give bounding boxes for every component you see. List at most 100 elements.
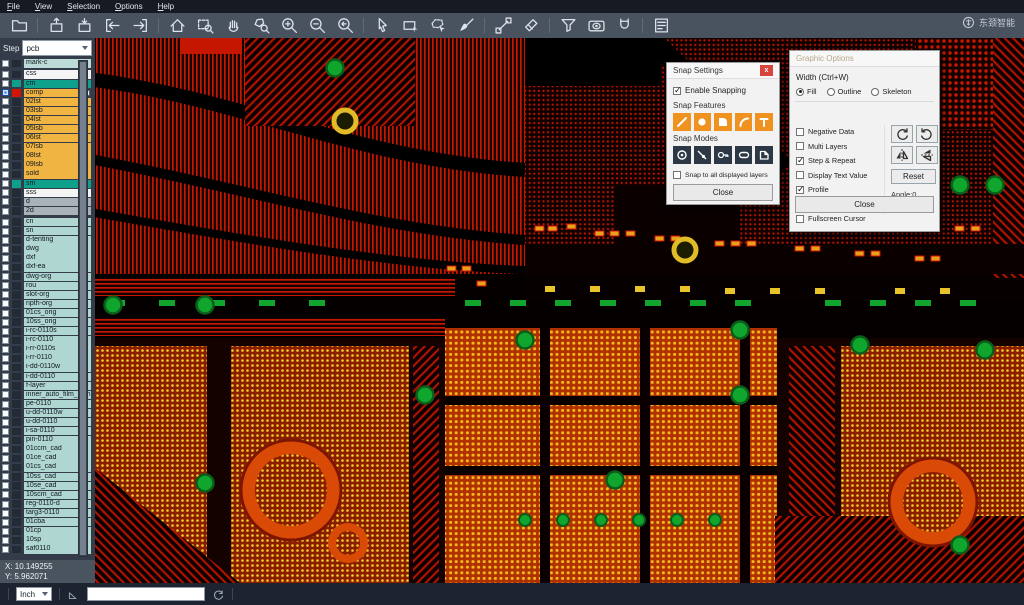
layer-color-swatch[interactable] — [12, 291, 21, 299]
step-dropdown[interactable]: pcb — [22, 40, 92, 56]
layer-visibility-checkbox[interactable] — [2, 171, 9, 178]
enable-snapping-checkbox[interactable]: Enable Snapping — [673, 86, 773, 95]
save-up-button[interactable] — [42, 15, 70, 37]
layer-color-swatch[interactable] — [12, 518, 21, 526]
radio-skeleton[interactable]: Skeleton — [871, 87, 911, 96]
layer-visibility-checkbox[interactable] — [2, 364, 9, 371]
layer-color-swatch[interactable] — [12, 180, 21, 188]
layer-visibility-checkbox[interactable] — [2, 273, 9, 280]
radio-outline[interactable]: Outline — [827, 87, 862, 96]
layer-color-swatch[interactable] — [12, 227, 21, 235]
layer-color-swatch[interactable] — [12, 171, 21, 179]
home-button[interactable] — [163, 15, 191, 37]
layer-color-swatch[interactable] — [12, 71, 21, 79]
layer-visibility-checkbox[interactable] — [2, 264, 9, 271]
layer-color-swatch[interactable] — [12, 162, 21, 170]
layer-visibility-checkbox[interactable] — [2, 189, 9, 196]
open-folder-button[interactable] — [5, 15, 33, 37]
notes-button[interactable] — [647, 15, 675, 37]
layer-color-swatch[interactable] — [12, 89, 21, 97]
snap-button[interactable] — [610, 15, 638, 37]
snap-dialog-titlebar[interactable]: Snap Settings x — [667, 63, 779, 79]
snap-feature-arc-button[interactable] — [735, 113, 753, 131]
checkbox-fullscreen-cursor[interactable]: Fullscreen Cursor — [796, 214, 880, 223]
import-button[interactable] — [98, 15, 126, 37]
layer-visibility-checkbox[interactable] — [2, 89, 9, 96]
checkbox-multi-layers[interactable]: Multi Layers — [796, 142, 880, 151]
menu-help[interactable]: Help — [158, 0, 174, 13]
layer-color-swatch[interactable] — [12, 273, 21, 281]
layer-color-swatch[interactable] — [12, 437, 21, 445]
layer-visibility-checkbox[interactable] — [2, 491, 9, 498]
layer-visibility-checkbox[interactable] — [2, 473, 9, 480]
menu-view[interactable]: View — [35, 0, 52, 13]
checkbox-icon[interactable] — [796, 128, 804, 136]
layer-visibility-checkbox[interactable] — [2, 410, 9, 417]
layer-color-swatch[interactable] — [12, 144, 21, 152]
layer-color-swatch[interactable] — [12, 500, 21, 508]
layer-color-swatch[interactable] — [12, 282, 21, 290]
snap-feature-pad-button[interactable] — [694, 113, 712, 131]
zoom-window-button[interactable] — [191, 15, 219, 37]
layer-visibility-checkbox[interactable] — [2, 337, 9, 344]
layer-color-swatch[interactable] — [12, 428, 21, 436]
layer-visibility-checkbox[interactable] — [2, 382, 9, 389]
layer-color-swatch[interactable] — [12, 409, 21, 417]
layer-color-swatch[interactable] — [12, 328, 21, 336]
snap-feature-line-button[interactable] — [673, 113, 691, 131]
snap-mode-profile-button[interactable] — [755, 146, 773, 164]
checkbox-display-text-value[interactable]: Display Text Value — [796, 171, 880, 180]
layer-color-swatch[interactable] — [12, 98, 21, 106]
layer-color-swatch[interactable] — [12, 246, 21, 254]
layer-visibility-checkbox[interactable] — [2, 198, 9, 205]
layer-visibility-checkbox[interactable] — [2, 482, 9, 489]
layer-visibility-checkbox[interactable] — [2, 255, 9, 262]
zoom-polygon-button[interactable] — [247, 15, 275, 37]
flip-horizontal-button[interactable] — [891, 146, 913, 164]
refresh-icon[interactable] — [212, 588, 225, 601]
layer-visibility-checkbox[interactable] — [2, 437, 9, 444]
layer-color-swatch[interactable] — [12, 546, 21, 554]
layer-color-swatch[interactable] — [12, 400, 21, 408]
scrollbar-thumb[interactable] — [80, 62, 86, 555]
snap-close-button[interactable]: Close — [673, 184, 773, 201]
snap-mode-slot-button[interactable] — [735, 146, 753, 164]
layer-visibility-checkbox[interactable] — [2, 282, 9, 289]
layer-visibility-checkbox[interactable] — [2, 419, 9, 426]
checkbox-icon[interactable] — [796, 171, 804, 179]
layer-color-swatch[interactable] — [12, 153, 21, 161]
layer-visibility-checkbox[interactable] — [2, 319, 9, 326]
radio-icon[interactable] — [827, 88, 835, 96]
layer-visibility-checkbox[interactable] — [2, 126, 9, 133]
menu-options[interactable]: Options — [115, 0, 143, 13]
layer-color-swatch[interactable] — [12, 382, 21, 390]
zoom-previous-button[interactable] — [331, 15, 359, 37]
layer-color-swatch[interactable] — [12, 264, 21, 272]
clear-button[interactable] — [517, 15, 545, 37]
layer-visibility-checkbox[interactable] — [2, 117, 9, 124]
layer-color-swatch[interactable] — [12, 125, 21, 133]
command-input[interactable] — [87, 587, 205, 601]
snap-feature-surface-button[interactable] — [714, 113, 732, 131]
layer-visibility-checkbox[interactable] — [2, 108, 9, 115]
menu-selection[interactable]: Selection — [67, 0, 100, 13]
layer-visibility-checkbox[interactable] — [2, 355, 9, 362]
layer-color-swatch[interactable] — [12, 418, 21, 426]
export-button[interactable] — [126, 15, 154, 37]
measure-button[interactable] — [489, 15, 517, 37]
layer-visibility-checkbox[interactable] — [2, 228, 9, 235]
layer-visibility-checkbox[interactable] — [2, 71, 9, 78]
corner-page-icon[interactable] — [67, 588, 80, 601]
select-rect-button[interactable] — [396, 15, 424, 37]
snap-mode-closest-button[interactable] — [694, 146, 712, 164]
layer-visibility-checkbox[interactable] — [2, 144, 9, 151]
close-icon[interactable]: x — [760, 65, 773, 76]
layer-visibility-checkbox[interactable] — [2, 180, 9, 187]
layer-color-swatch[interactable] — [12, 446, 21, 454]
layer-color-swatch[interactable] — [12, 373, 21, 381]
layer-visibility-checkbox[interactable] — [2, 153, 9, 160]
unit-dropdown[interactable]: Inch — [16, 587, 52, 601]
layer-visibility-checkbox[interactable] — [2, 428, 9, 435]
layer-color-swatch[interactable] — [12, 300, 21, 308]
layer-color-swatch[interactable] — [12, 537, 21, 545]
